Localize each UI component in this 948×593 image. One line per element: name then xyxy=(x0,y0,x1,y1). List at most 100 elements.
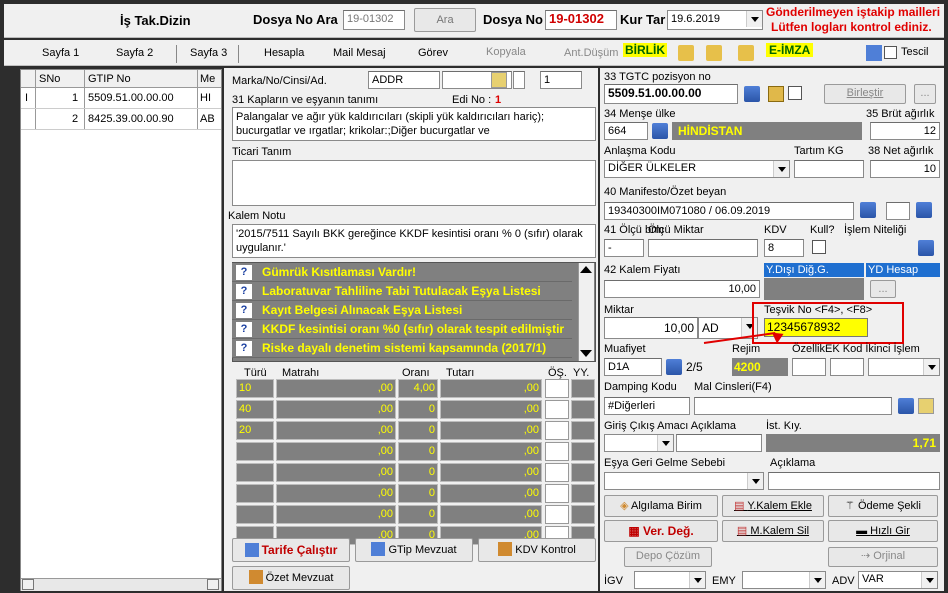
kopyala-menu[interactable]: Kopyala xyxy=(486,46,526,58)
anlasma-dropdown[interactable]: DİĞER ÜLKELER xyxy=(604,160,790,178)
giris-dropdown[interactable] xyxy=(604,434,674,452)
ant-dusum-menu[interactable]: Ant.Düşüm xyxy=(564,47,618,59)
tax-cell-os[interactable] xyxy=(545,400,569,419)
scroll-up-icon[interactable] xyxy=(580,266,592,273)
mal-cinsleri-input[interactable] xyxy=(694,397,892,415)
ozet-mevzuat-button[interactable]: Özet Mevzuat xyxy=(232,566,350,590)
tarife-calistir-button[interactable]: Tarife Çalıştır xyxy=(232,538,350,562)
scroll-right-icon[interactable] xyxy=(207,579,219,590)
miktar-input[interactable]: 10,00 xyxy=(604,317,698,339)
tax-cell-tutar[interactable]: ,00 xyxy=(440,463,542,482)
m-kalem-sil-button[interactable]: ▤ M.Kalem Sil xyxy=(722,520,824,542)
tax-cell-os[interactable] xyxy=(545,505,569,524)
odeme-sekli-button[interactable]: ⚚ Ödeme Şekli xyxy=(828,495,938,517)
birlik-button[interactable]: BİRLİK xyxy=(623,43,667,57)
tab-sayfa2[interactable]: Sayfa 2 xyxy=(116,47,153,59)
edit-icon[interactable] xyxy=(918,398,934,414)
ikinci-islem-dropdown[interactable] xyxy=(868,358,940,376)
arrow-icon[interactable] xyxy=(916,202,932,218)
tax-cell-matrah[interactable]: ,00 xyxy=(276,463,396,482)
folder-up-icon[interactable] xyxy=(706,45,722,61)
grid-icon[interactable] xyxy=(652,123,668,139)
tax-cell-turu[interactable]: 40 xyxy=(236,400,274,419)
ara-button[interactable]: Ara xyxy=(414,8,476,32)
mense-code-input[interactable]: 664 xyxy=(604,122,648,140)
tax-cell-tutar[interactable]: ,00 xyxy=(440,484,542,503)
kdv-kontrol-button[interactable]: KDV Kontrol xyxy=(478,538,596,562)
warning-item[interactable]: ? Kayıt Belgesi Alınacak Eşya Listesi xyxy=(232,301,572,320)
tax-cell-tutar[interactable]: ,00 xyxy=(440,421,542,440)
column-header-me[interactable]: Me xyxy=(200,73,215,85)
tax-cell-matrah[interactable]: ,00 xyxy=(276,442,396,461)
ticari-tanim-textarea[interactable] xyxy=(232,160,596,206)
tax-cell-turu[interactable] xyxy=(236,463,274,482)
tax-cell-yy[interactable] xyxy=(571,400,595,419)
orjinal-button[interactable]: ⇢ Orjinal xyxy=(828,547,938,567)
tax-cell-os[interactable] xyxy=(545,484,569,503)
gtip-mevzuat-button[interactable]: GTip Mevzuat xyxy=(355,538,473,562)
net-input[interactable]: 10 xyxy=(870,160,940,178)
tax-cell-oran[interactable]: 0 xyxy=(398,484,438,503)
tax-cell-yy[interactable] xyxy=(571,442,595,461)
is-tak-dizin-label[interactable]: İş Tak.Dizin xyxy=(120,13,191,28)
adv-dropdown[interactable]: VAR xyxy=(858,571,938,589)
olcu-miktar-input[interactable] xyxy=(648,239,758,257)
tax-cell-tutar[interactable]: ,00 xyxy=(440,400,542,419)
kull-checkbox[interactable] xyxy=(812,240,826,254)
horizontal-scrollbar[interactable] xyxy=(21,578,221,591)
birlestir-button[interactable]: Birleştir xyxy=(824,84,906,104)
warning-item[interactable]: ? Riske dayalı denetim sistemi kapsamında… xyxy=(232,339,572,358)
more-button[interactable]: ... xyxy=(914,84,936,104)
grid-icon[interactable] xyxy=(744,86,760,102)
tab-sayfa3[interactable]: Sayfa 3 xyxy=(190,47,227,59)
tax-cell-turu[interactable] xyxy=(236,484,274,503)
kdv-input[interactable]: 8 xyxy=(764,239,804,257)
manifesto-input[interactable]: 19340300IM071080 / 06.09.2019 xyxy=(604,202,854,220)
tartim-input[interactable] xyxy=(794,160,864,178)
tax-cell-tutar[interactable]: ,00 xyxy=(440,505,542,524)
column-header-sno[interactable]: SNo xyxy=(39,73,60,85)
tax-cell-matrah[interactable]: ,00 xyxy=(276,379,396,398)
aciklama-input[interactable] xyxy=(768,472,940,490)
kalem-fiyati-input[interactable]: 10,00 xyxy=(604,280,760,298)
tax-cell-oran[interactable]: 0 xyxy=(398,400,438,419)
mail-mesaj-menu[interactable]: Mail Mesaj xyxy=(333,47,386,59)
emy-dropdown[interactable] xyxy=(742,571,826,589)
kur-tar-dropdown[interactable]: 19.6.2019 xyxy=(667,10,763,30)
gorev-menu[interactable]: Görev xyxy=(418,47,448,59)
folder-icon[interactable] xyxy=(678,45,694,61)
list-icon[interactable] xyxy=(860,202,876,218)
tax-cell-tutar[interactable]: ,00 xyxy=(440,379,542,398)
tax-cell-oran[interactable]: 0 xyxy=(398,442,438,461)
tax-cell-oran[interactable]: 0 xyxy=(398,421,438,440)
tescil-checkbox[interactable] xyxy=(884,46,897,59)
tab-sayfa1[interactable]: Sayfa 1 xyxy=(42,47,79,59)
folder-open-icon[interactable] xyxy=(738,45,754,61)
hesapla-menu[interactable]: Hesapla xyxy=(264,47,304,59)
tax-cell-matrah[interactable]: ,00 xyxy=(276,505,396,524)
tax-cell-yy[interactable] xyxy=(571,379,595,398)
tax-cell-oran[interactable]: 4,00 xyxy=(398,379,438,398)
ydisi-more-button[interactable]: ... xyxy=(870,280,896,298)
tax-cell-os[interactable] xyxy=(545,463,569,482)
tgtc-checkbox[interactable] xyxy=(788,86,802,100)
scroll-left-icon[interactable] xyxy=(22,579,34,590)
ozellik-input-1[interactable] xyxy=(792,358,826,376)
marka-small-field[interactable] xyxy=(513,71,525,89)
column-header-gtip[interactable]: GTIP No xyxy=(88,73,131,85)
tax-cell-tutar[interactable]: ,00 xyxy=(440,442,542,461)
edit-icon[interactable] xyxy=(491,72,507,88)
grid-icon[interactable] xyxy=(666,359,682,375)
kaplar-textarea[interactable]: Palangalar ve ağır yük kaldırıcıları (sk… xyxy=(232,107,596,141)
tax-cell-yy[interactable] xyxy=(571,505,595,524)
tax-cell-matrah[interactable]: ,00 xyxy=(276,421,396,440)
scroll-down-icon[interactable] xyxy=(580,350,592,357)
ozellik-input-2[interactable] xyxy=(830,358,864,376)
hizli-gir-button[interactable]: ▬ Hızlı Gir xyxy=(828,520,938,542)
warning-item[interactable]: ? Gümrük Kısıtlaması Vardır! xyxy=(232,263,572,282)
olcu-birim-input[interactable]: - xyxy=(604,239,644,257)
depo-cozum-button[interactable]: Depo Çözüm xyxy=(624,547,712,567)
tax-cell-os[interactable] xyxy=(545,442,569,461)
esya-geri-dropdown[interactable] xyxy=(604,472,764,490)
tax-cell-matrah[interactable]: ,00 xyxy=(276,484,396,503)
